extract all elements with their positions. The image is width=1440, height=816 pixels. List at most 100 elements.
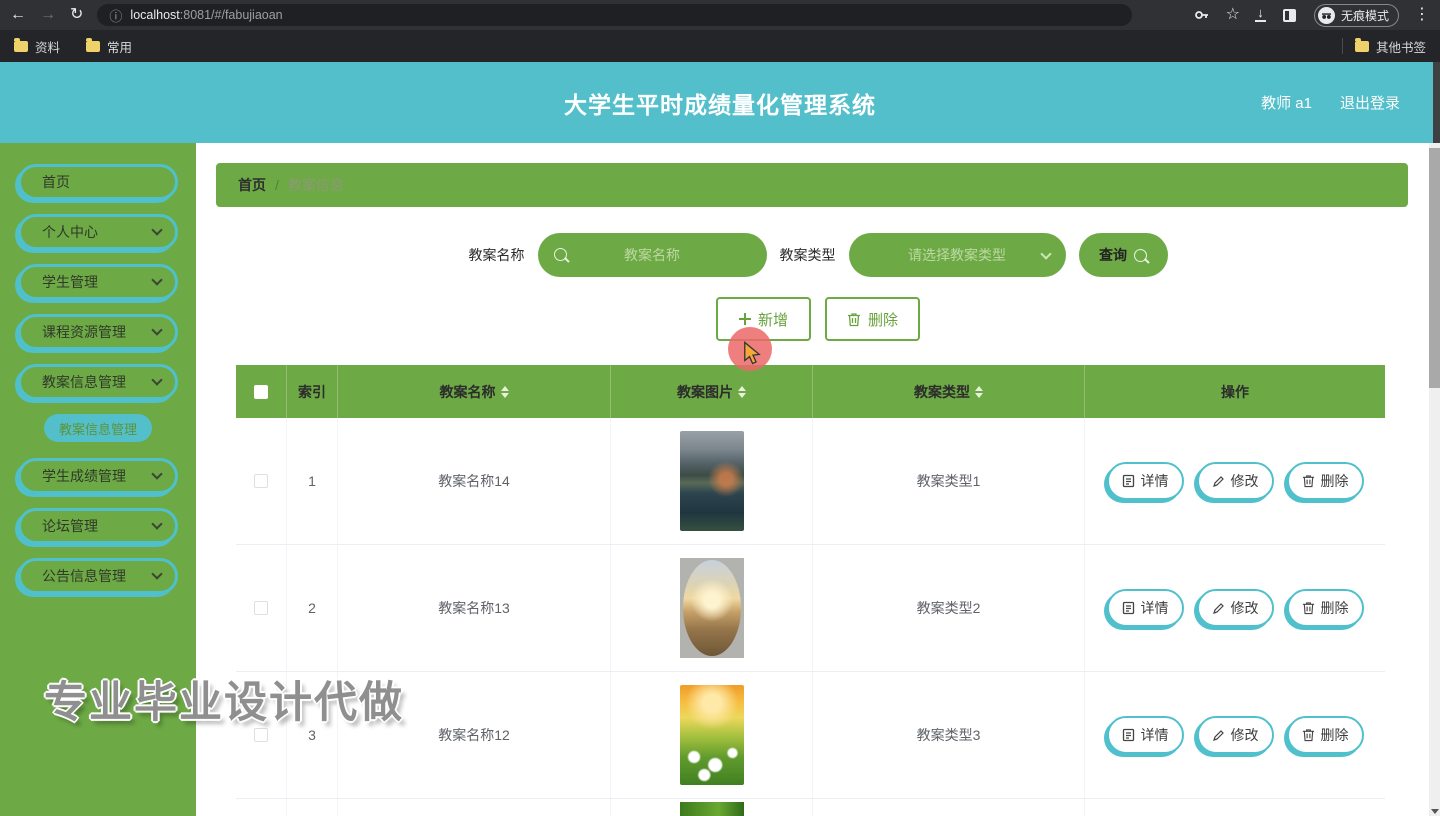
edit-button[interactable]: 修改 — [1196, 716, 1274, 754]
bookmark-label: 常用 — [107, 40, 133, 55]
edit-button[interactable]: 修改 — [1196, 462, 1274, 500]
image-cell — [611, 545, 813, 671]
row-checkbox[interactable] — [254, 601, 268, 615]
url-text[interactable]: localhost:8081/#/fabujiaoan — [130, 8, 282, 22]
edit-button[interactable]: 修改 — [1196, 589, 1274, 627]
chevron-down-icon — [1039, 248, 1052, 260]
trash-icon — [1302, 475, 1314, 488]
bookmark-folder[interactable]: 常用 — [86, 37, 132, 56]
browser-menu-icon[interactable]: ⋮ — [1414, 7, 1430, 23]
scrollbar-thumb[interactable] — [1429, 148, 1440, 388]
actions-cell: 详情 修改 删除 — [1085, 672, 1385, 798]
window-edge — [1433, 62, 1440, 143]
chevron-down-icon — [151, 468, 163, 480]
delete-button[interactable]: 删除 — [1286, 589, 1364, 627]
bookmarks-bar: 资料 常用 其他书签 — [0, 30, 1440, 62]
plus-icon — [738, 313, 751, 325]
breadcrumb-separator: / — [275, 177, 279, 193]
sort-icon[interactable] — [500, 385, 509, 398]
detail-button[interactable]: 详情 — [1106, 716, 1184, 754]
header-name[interactable]: 教案名称 — [338, 365, 611, 418]
back-icon[interactable]: ← — [10, 7, 26, 23]
chevron-down-icon — [151, 224, 163, 236]
trash-icon — [1302, 729, 1314, 742]
bookmark-folder[interactable]: 资料 — [14, 37, 60, 56]
edit-label: 修改 — [1230, 727, 1259, 743]
edit-label: 修改 — [1230, 600, 1259, 616]
header-label: 索引 — [298, 383, 326, 400]
sort-icon[interactable] — [975, 385, 983, 398]
image-cell — [611, 418, 813, 544]
detail-label: 详情 — [1140, 727, 1169, 743]
checkbox-cell — [236, 545, 287, 671]
sidebar-subitem-lesson-plan-info[interactable]: 教案信息管理 — [44, 414, 152, 442]
delete-button[interactable]: 删除 — [1286, 716, 1364, 754]
name-cell: 教案名称14 — [338, 418, 611, 544]
other-bookmarks-label: 其他书签 — [1375, 40, 1426, 55]
password-key-icon[interactable] — [1193, 6, 1211, 24]
select-all-checkbox[interactable] — [254, 384, 268, 399]
side-panel-icon[interactable] — [1281, 6, 1299, 24]
name-filter-label: 教案名称 — [468, 247, 525, 263]
search-button-label: 查询 — [1099, 247, 1127, 263]
lesson-name: 教案名称14 — [438, 473, 510, 489]
sidebar-item-label: 学生管理 — [42, 274, 98, 290]
breadcrumb-home[interactable]: 首页 — [238, 175, 266, 195]
row-checkbox[interactable] — [254, 474, 268, 488]
sidebar-item-lesson-plan-management[interactable]: 教案信息管理 — [18, 364, 178, 400]
delete-button[interactable]: 删除 — [1286, 462, 1364, 500]
lesson-name-input[interactable] — [537, 233, 767, 277]
row-index: 1 — [308, 473, 316, 489]
chevron-down-icon — [151, 274, 163, 286]
pen-icon — [1212, 475, 1224, 487]
sidebar-item-student-scores[interactable]: 学生成绩管理 — [18, 458, 178, 494]
table-row: 3 教案名称12 教案类型3 详情 修改 删除 — [236, 672, 1385, 799]
delete-label: 删除 — [1320, 600, 1349, 616]
lesson-image-partial[interactable] — [679, 802, 744, 816]
scrollbar[interactable] — [1429, 143, 1440, 816]
other-bookmarks[interactable]: 其他书签 — [1354, 37, 1426, 56]
sidebar-item-personal-center[interactable]: 个人中心 — [18, 214, 178, 250]
detail-button[interactable]: 详情 — [1106, 462, 1184, 500]
lesson-image-mountain-lake[interactable] — [679, 431, 744, 531]
url-host: localhost — [130, 8, 180, 22]
lesson-image-daisy-field[interactable] — [679, 685, 744, 785]
header-type[interactable]: 教案类型 — [813, 365, 1085, 418]
lesson-type-select[interactable]: 请选择教案类型 — [848, 233, 1066, 277]
bookmark-star-icon[interactable]: ☆ — [1226, 7, 1240, 23]
name-filter-field — [537, 233, 767, 277]
add-button-label: 新增 — [757, 311, 788, 329]
sidebar-item-home[interactable]: 首页 — [18, 164, 178, 200]
sidebar-item-student-management[interactable]: 学生管理 — [18, 264, 178, 300]
document-icon — [1122, 728, 1134, 742]
detail-button[interactable]: 详情 — [1106, 589, 1184, 627]
screenshot-stage: ← → ↻ ⓘ localhost:8081/#/fabujiaoan ☆ ↓ … — [0, 0, 1440, 816]
table-row: 2 教案名称13 教案类型2 详情 修改 删除 — [236, 545, 1385, 672]
breadcrumb-current: 教案信息 — [287, 177, 344, 193]
sidebar-item-announcement-management[interactable]: 公告信息管理 — [18, 558, 178, 594]
site-info-icon[interactable]: ⓘ — [109, 6, 122, 25]
sidebar-item-forum-management[interactable]: 论坛管理 — [18, 508, 178, 544]
forward-icon[interactable]: → — [40, 7, 56, 23]
folder-icon — [1354, 37, 1369, 52]
image-cell — [611, 799, 813, 816]
chevron-down-icon — [151, 324, 163, 336]
reload-icon[interactable]: ↻ — [70, 7, 83, 23]
sidebar-item-course-resources[interactable]: 课程资源管理 — [18, 314, 178, 350]
download-icon[interactable]: ↓ — [1254, 6, 1266, 22]
type-cell: 教案类型1 — [813, 418, 1085, 544]
lesson-image-desert-sunset[interactable] — [679, 558, 744, 658]
filter-bar: 教案名称 教案类型 请选择教案类型 查询 — [196, 233, 1440, 277]
sort-icon[interactable] — [738, 385, 746, 398]
search-icon — [1134, 248, 1147, 262]
search-button[interactable]: 查询 — [1078, 233, 1168, 277]
table-body: 1 教案名称14 教案类型1 详情 修改 删除 2 教案名称13 教案类型2 详… — [236, 418, 1385, 816]
logout-link[interactable]: 退出登录 — [1340, 92, 1400, 113]
row-checkbox[interactable] — [254, 728, 268, 742]
batch-delete-button[interactable]: 删除 — [825, 297, 920, 341]
scrollbar-down-arrow[interactable] — [1431, 809, 1439, 814]
lesson-name: 教案名称13 — [438, 600, 510, 616]
address-bar[interactable]: ⓘ localhost:8081/#/fabujiaoan — [97, 4, 1133, 26]
header-image[interactable]: 教案图片 — [611, 365, 813, 418]
actions-cell: 详情 修改 删除 — [1085, 545, 1385, 671]
